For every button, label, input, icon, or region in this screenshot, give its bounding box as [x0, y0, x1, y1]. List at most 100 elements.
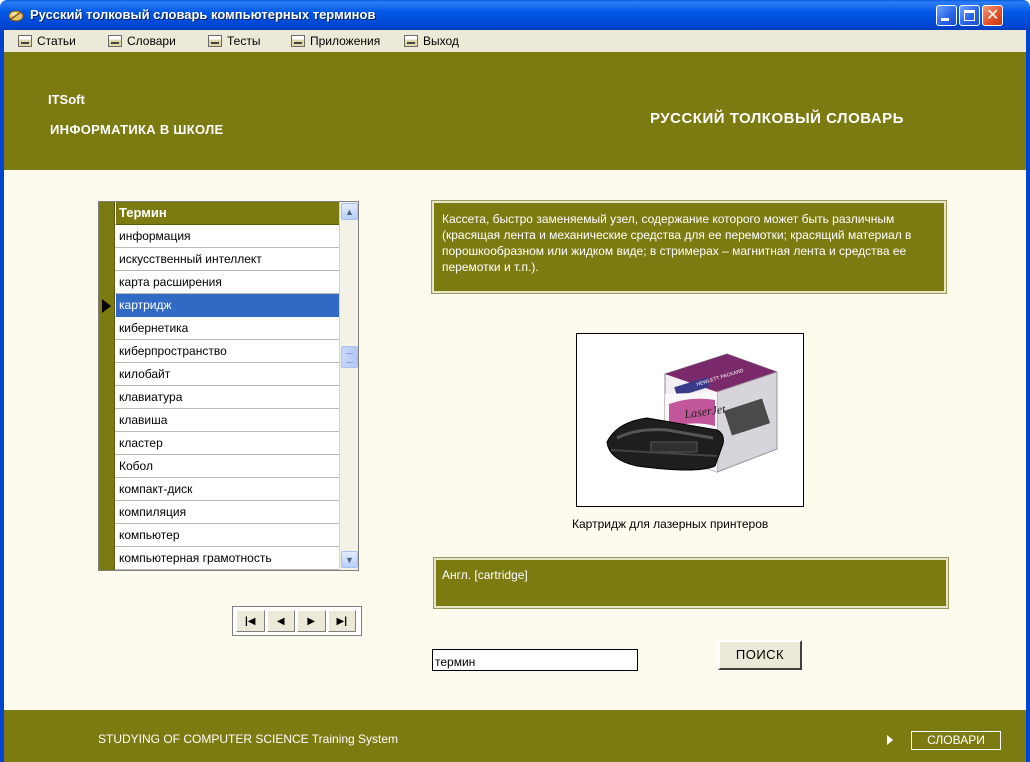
table-row[interactable]: килобайт: [99, 363, 339, 386]
term-cell[interactable]: кибернетика: [116, 317, 339, 340]
table-row[interactable]: картридж: [99, 294, 339, 317]
definition-text: Кассета, быстро заменяемый узел, содержа…: [442, 212, 912, 274]
row-indicator: [99, 317, 115, 340]
row-indicator: [99, 386, 115, 409]
search-input[interactable]: [432, 649, 638, 671]
table-row[interactable]: кибернетика: [99, 317, 339, 340]
play-arrow-icon: [887, 735, 893, 745]
table-row[interactable]: киберпространство: [99, 340, 339, 363]
scroll-thumb[interactable]: [341, 346, 358, 368]
table-row[interactable]: компьютер: [99, 524, 339, 547]
row-indicator: [99, 501, 115, 524]
search-button[interactable]: ПОИСК: [718, 640, 802, 670]
table-row[interactable]: компакт-диск: [99, 478, 339, 501]
title-bar[interactable]: Русский толковый словарь компьютерных те…: [0, 0, 1030, 30]
row-indicator: [99, 225, 115, 248]
grid-scrollbar[interactable]: ▲ ▼: [339, 202, 358, 570]
picture-caption: Картридж для лазерных принтеров: [572, 517, 769, 531]
table-row[interactable]: Кобол: [99, 455, 339, 478]
window-title: Русский толковый словарь компьютерных те…: [30, 7, 376, 22]
brand-name: ITSoft: [48, 92, 85, 107]
row-indicator: [99, 432, 115, 455]
menu-item-applications[interactable]: Приложения: [291, 33, 380, 49]
page-title: РУССКИЙ ТОЛКОВЫЙ СЛОВАРЬ: [650, 110, 904, 127]
menu-bar: Статьи Словари Тесты Приложения Выход: [0, 30, 1030, 52]
last-record-button[interactable]: ▶|: [327, 610, 356, 632]
dictionaries-button[interactable]: СЛОВАРИ: [911, 731, 1001, 750]
footer-bar: STUDYING OF COMPUTER SCIENCE Training Sy…: [4, 710, 1026, 762]
row-indicator: [99, 294, 115, 317]
term-cell[interactable]: киберпространство: [116, 340, 339, 363]
table-row[interactable]: компиляция: [99, 501, 339, 524]
menu-item-exit[interactable]: Выход: [404, 33, 459, 49]
chevron-down-icon: ▼: [345, 554, 354, 565]
table-row[interactable]: компьютерная грамотность: [99, 547, 339, 570]
menu-item-icon: [18, 35, 32, 47]
term-picture: HEWLETT PACKARD LaserJet: [576, 333, 804, 507]
term-cell[interactable]: кластер: [116, 432, 339, 455]
main-content: Термин информация искусственный интеллект…: [4, 170, 1026, 710]
next-icon: ▶: [307, 615, 316, 627]
grid-header-row: Термин: [99, 202, 339, 225]
term-cell[interactable]: компьютерная грамотность: [116, 547, 339, 570]
term-cell[interactable]: компакт-диск: [116, 478, 339, 501]
term-cell[interactable]: искусственный интеллект: [116, 248, 339, 271]
grid-header-marker: [99, 202, 115, 225]
brand-subtitle: ИНФОРМАТИКА В ШКОЛЕ: [50, 122, 224, 137]
menu-item-label: Приложения: [310, 34, 381, 48]
header-banner: ITSoft ИНФОРМАТИКА В ШКОЛЕ РУССКИЙ ТОЛКО…: [4, 52, 1026, 170]
next-record-button[interactable]: ▶: [297, 610, 326, 632]
menu-item-label: Словари: [127, 34, 176, 48]
window-frame-right: [1026, 52, 1030, 762]
definition-panel: Кассета, быстро заменяемый узел, содержа…: [431, 200, 947, 294]
row-indicator: [99, 409, 115, 432]
scroll-down-button[interactable]: ▼: [341, 551, 358, 568]
skip-first-icon: |◀: [245, 615, 256, 627]
term-cell[interactable]: килобайт: [116, 363, 339, 386]
table-row[interactable]: кластер: [99, 432, 339, 455]
first-record-button[interactable]: |◀: [236, 610, 265, 632]
current-row-arrow-icon: [102, 299, 111, 313]
term-cell[interactable]: Кобол: [116, 455, 339, 478]
table-row[interactable]: информация: [99, 225, 339, 248]
menu-item-articles[interactable]: Статьи: [18, 33, 76, 49]
minimize-button[interactable]: [936, 5, 957, 26]
close-button[interactable]: ✕: [982, 5, 1003, 26]
menu-item-label: Статьи: [37, 34, 76, 48]
table-row[interactable]: искусственный интеллект: [99, 248, 339, 271]
menu-item-tests[interactable]: Тесты: [208, 33, 260, 49]
menu-item-icon: [108, 35, 122, 47]
minimize-icon: [941, 18, 949, 21]
skip-last-icon: ▶|: [336, 615, 348, 627]
record-navigator: |◀ ◀ ▶ ▶|: [232, 606, 362, 636]
menu-item-icon: [208, 35, 222, 47]
row-indicator: [99, 248, 115, 271]
dictionary-app-icon: [8, 10, 24, 22]
terms-grid[interactable]: Термин информация искусственный интеллект…: [98, 201, 359, 571]
close-icon: ✕: [986, 7, 1000, 24]
scroll-up-button[interactable]: ▲: [341, 203, 358, 220]
row-indicator: [99, 340, 115, 363]
menu-item-icon: [404, 35, 418, 47]
cartridge-image: HEWLETT PACKARD LaserJet: [606, 353, 778, 473]
row-indicator: [99, 271, 115, 294]
grid-column-header[interactable]: Термин: [116, 202, 339, 225]
term-cell[interactable]: картридж: [116, 294, 339, 317]
maximize-button[interactable]: [959, 5, 980, 26]
term-cell[interactable]: информация: [116, 225, 339, 248]
row-indicator: [99, 547, 115, 570]
maximize-icon: [964, 10, 975, 21]
prev-record-button[interactable]: ◀: [266, 610, 295, 632]
term-cell[interactable]: компьютер: [116, 524, 339, 547]
table-row[interactable]: карта расширения: [99, 271, 339, 294]
term-cell[interactable]: клавиатура: [116, 386, 339, 409]
english-translation: Англ. [cartridge]: [442, 568, 528, 582]
term-cell[interactable]: компиляция: [116, 501, 339, 524]
table-row[interactable]: клавиша: [99, 409, 339, 432]
menu-item-dictionaries[interactable]: Словари: [108, 33, 176, 49]
term-cell[interactable]: карта расширения: [116, 271, 339, 294]
row-indicator: [99, 455, 115, 478]
table-row[interactable]: клавиатура: [99, 386, 339, 409]
row-indicator: [99, 524, 115, 547]
term-cell[interactable]: клавиша: [116, 409, 339, 432]
